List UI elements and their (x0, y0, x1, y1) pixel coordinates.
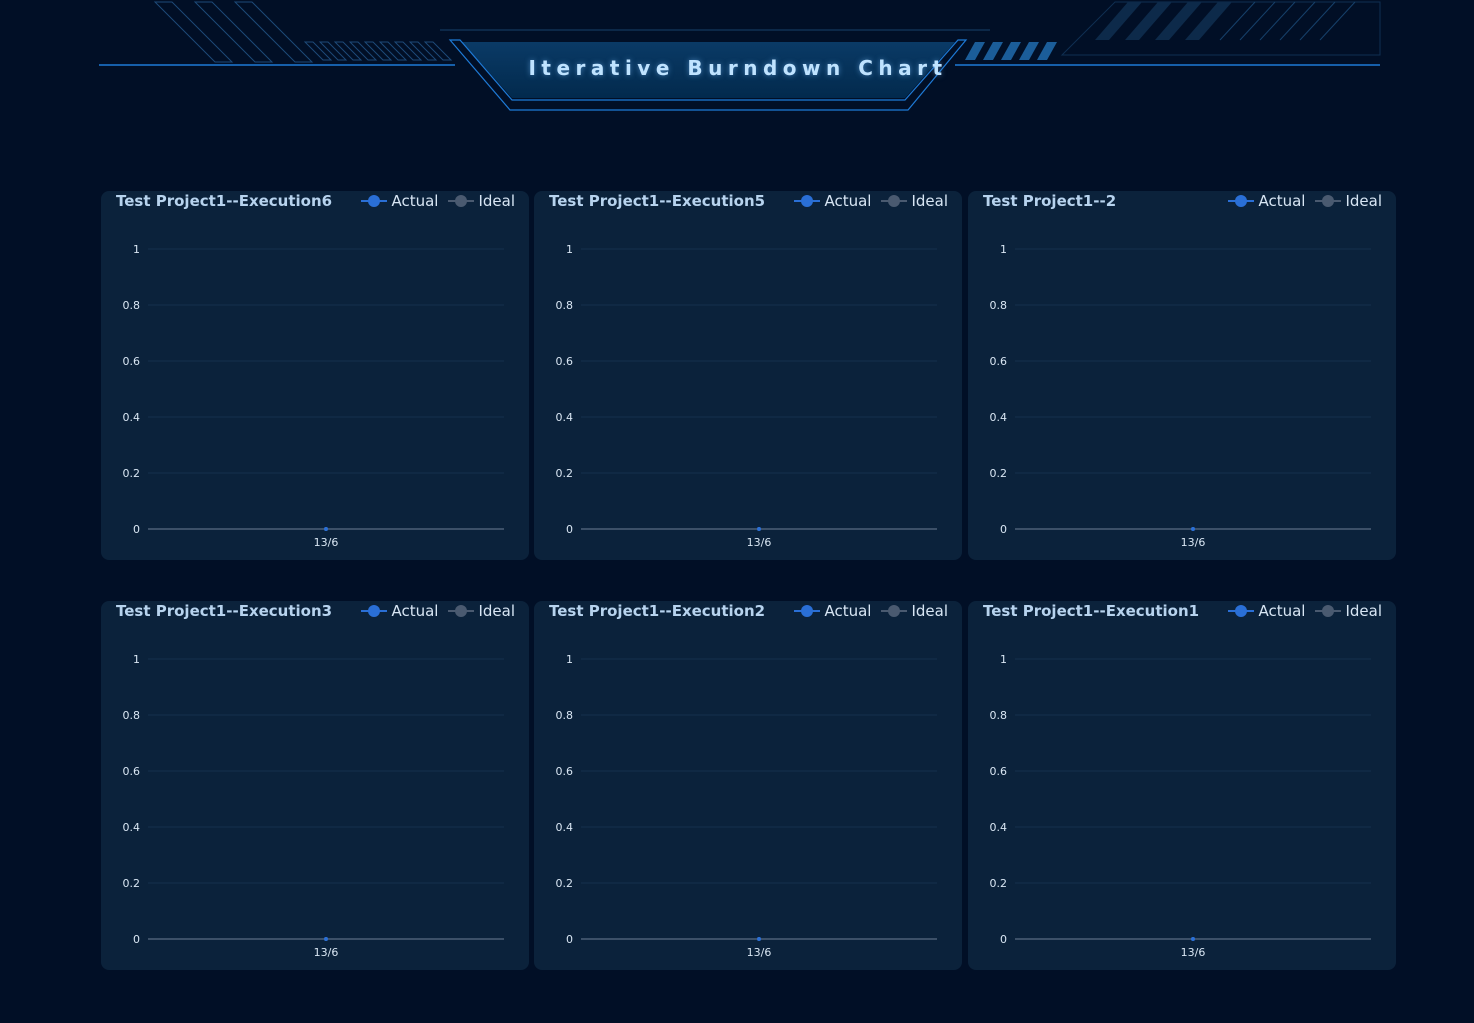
y-tick-label: 1 (133, 243, 140, 256)
burndown-panel: Test Project1--Execution1 Actual Ideal 0 0.2… (968, 601, 1396, 970)
header-banner: Iterative Burndown Chart (0, 0, 1474, 130)
y-tick-label: 0.4 (123, 411, 141, 424)
x-tick-label: 13/6 (314, 946, 339, 959)
y-tick-label: 1 (566, 243, 573, 256)
chart-plot: 0 0.2 0.4 0.6 0.8 1 13/6 (123, 243, 504, 549)
y-tick-label: 0.6 (556, 765, 574, 778)
chart-plot: 0 0.2 0.4 0.6 0.8 1 13/6 (990, 653, 1371, 959)
actual-data-point[interactable] (324, 937, 328, 941)
y-tick-label: 0 (133, 523, 140, 536)
y-tick-label: 0.2 (123, 877, 141, 890)
burndown-panel: Test Project1--Execution6 Actual Ideal 0 0.2… (101, 191, 529, 560)
y-tick-label: 0.4 (990, 411, 1008, 424)
x-tick-label: 13/6 (1181, 536, 1206, 549)
actual-data-point[interactable] (757, 527, 761, 531)
y-tick-label: 0.2 (556, 877, 574, 890)
x-tick-label: 13/6 (1181, 946, 1206, 959)
x-tick-label: 13/6 (747, 536, 772, 549)
y-tick-label: 0.8 (990, 709, 1008, 722)
y-tick-label: 1 (1000, 243, 1007, 256)
y-tick-label: 0.2 (123, 467, 141, 480)
y-tick-label: 0.8 (556, 299, 574, 312)
y-tick-label: 0.4 (123, 821, 141, 834)
y-tick-label: 0 (566, 523, 573, 536)
chart-plot: 0 0.2 0.4 0.6 0.8 1 13/6 (123, 653, 504, 959)
y-tick-label: 1 (566, 653, 573, 666)
dashboard-stage: Iterative Burndown Chart Test Project1--… (0, 0, 1474, 1023)
y-tick-label: 0 (566, 933, 573, 946)
y-tick-label: 0.4 (990, 821, 1008, 834)
y-tick-label: 0.8 (556, 709, 574, 722)
y-tick-label: 0.2 (990, 877, 1008, 890)
burndown-panel: Test Project1--Execution2 Actual Ideal 0 0.2… (534, 601, 962, 970)
y-tick-label: 0.6 (123, 355, 141, 368)
actual-data-point[interactable] (757, 937, 761, 941)
y-tick-label: 0.6 (123, 765, 141, 778)
y-tick-label: 0.8 (123, 299, 141, 312)
page-title: Iterative Burndown Chart (528, 56, 948, 80)
y-tick-label: 0.4 (556, 821, 574, 834)
y-tick-label: 0.6 (990, 765, 1008, 778)
y-tick-label: 0.6 (556, 355, 574, 368)
actual-data-point[interactable] (324, 527, 328, 531)
y-tick-label: 0 (133, 933, 140, 946)
chart-plot: 0 0.2 0.4 0.6 0.8 1 13/6 (990, 243, 1371, 549)
actual-data-point[interactable] (1191, 937, 1195, 941)
burndown-panel: Test Project1--Execution3 Actual Ideal 0 0.2… (101, 601, 529, 970)
burndown-panel: Test Project1--Execution5 Actual Ideal 0 0.2… (534, 191, 962, 560)
x-tick-label: 13/6 (747, 946, 772, 959)
actual-data-point[interactable] (1191, 527, 1195, 531)
y-tick-label: 0.2 (990, 467, 1008, 480)
y-tick-label: 0.8 (990, 299, 1008, 312)
chart-plot: 0 0.2 0.4 0.6 0.8 1 13/6 (556, 653, 937, 959)
y-tick-label: 0.2 (556, 467, 574, 480)
y-tick-label: 0 (1000, 933, 1007, 946)
y-tick-label: 0.8 (123, 709, 141, 722)
y-tick-label: 0.4 (556, 411, 574, 424)
burndown-panel: Test Project1--2 Actual Ideal 0 0.2 0.4 0.6 0.8… (968, 191, 1396, 560)
y-tick-label: 0.6 (990, 355, 1008, 368)
y-tick-label: 1 (133, 653, 140, 666)
y-tick-label: 0 (1000, 523, 1007, 536)
y-tick-label: 1 (1000, 653, 1007, 666)
chart-plot: 0 0.2 0.4 0.6 0.8 1 13/6 (556, 243, 937, 549)
x-tick-label: 13/6 (314, 536, 339, 549)
